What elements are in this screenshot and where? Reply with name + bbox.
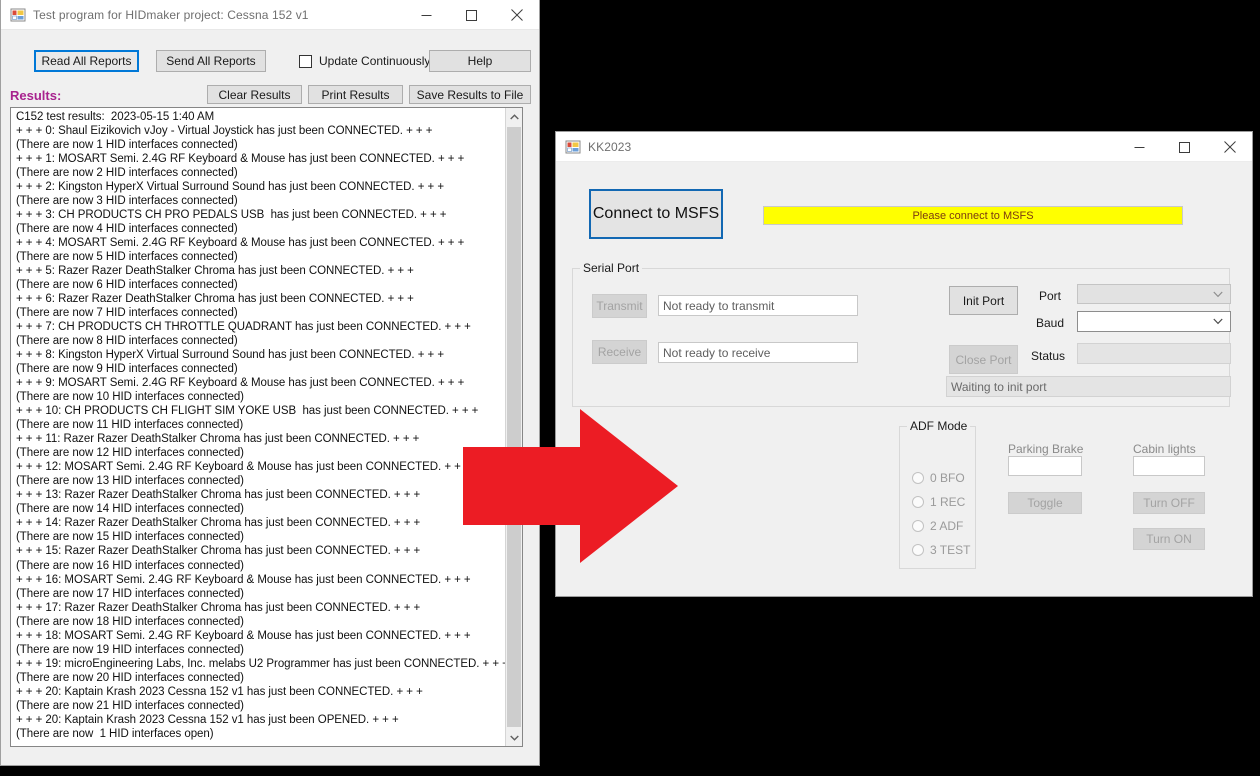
adf-mode-option-label: 3 TEST [930,543,971,557]
parking-brake-field [1008,456,1082,476]
baud-select[interactable] [1077,311,1231,332]
minimize-icon[interactable] [404,0,449,30]
hidmaker-titlebar: Test program for HIDmaker project: Cessn… [1,0,539,30]
results-scrollbar[interactable] [505,108,522,746]
adf-mode-option-2[interactable]: 2 ADF [912,519,963,533]
update-continuously-label: Update Continuously [319,54,431,68]
radio-icon[interactable] [912,472,924,484]
adf-mode-option-0[interactable]: 0 BFO [912,471,965,485]
adf-mode-option-label: 0 BFO [930,471,965,485]
cabin-lights-turn-off-button[interactable]: Turn OFF [1133,492,1205,514]
hidmaker-window-controls [404,0,539,30]
radio-icon[interactable] [912,496,924,508]
adf-mode-group: ADF Mode 0 BFO 1 REC 2 ADF 3 TEST [899,419,976,569]
close-icon[interactable] [494,0,539,30]
port-select[interactable] [1077,284,1231,304]
msfs-connection-status: Please connect to MSFS [763,206,1183,225]
port-status-field [1077,343,1231,364]
results-textarea[interactable]: C152 test results: 2023-05-15 1:40 AM + … [10,107,523,747]
chevron-down-icon [1213,318,1223,325]
save-results-to-file-button[interactable]: Save Results to File [409,85,531,104]
port-label: Port [1039,289,1062,303]
scrollbar-thumb[interactable] [507,127,521,727]
help-button[interactable]: Help [429,50,531,72]
receive-button[interactable]: Receive [592,340,647,364]
close-port-button[interactable]: Close Port [949,345,1018,374]
baud-label: Baud [1036,316,1065,330]
send-all-reports-button[interactable]: Send All Reports [156,50,266,72]
chevron-down-icon[interactable] [506,729,522,746]
init-port-status-field: Waiting to init port [946,376,1231,397]
parking-brake-toggle-button[interactable]: Toggle [1008,492,1082,514]
receive-status-field: Not ready to receive [658,342,858,363]
kk2023-window-controls [1117,132,1252,162]
connect-to-msfs-button[interactable]: Connect to MSFS [589,189,723,239]
results-log-text: C152 test results: 2023-05-15 1:40 AM + … [16,111,505,740]
radio-icon[interactable] [912,520,924,532]
print-results-button[interactable]: Print Results [308,85,403,104]
minimize-icon[interactable] [1117,132,1162,162]
radio-icon[interactable] [912,544,924,556]
update-continuously-checkbox[interactable]: Update Continuously [299,54,430,68]
close-icon[interactable] [1207,132,1252,162]
transmit-status-field: Not ready to transmit [658,295,858,316]
serial-port-group: Serial Port Transmit Not ready to transm… [572,261,1231,407]
cabin-lights-label: Cabin lights [1133,442,1196,456]
chevron-up-icon[interactable] [506,108,522,125]
kk2023-window: KK2023 Connect to MSFS Please connect to… [555,131,1253,597]
serial-port-group-title: Serial Port [580,261,643,275]
kk2023-titlebar: KK2023 [556,132,1252,162]
adf-mode-option-label: 1 REC [930,495,966,509]
results-label: Results: [10,88,62,103]
read-all-reports-button[interactable]: Read All Reports [34,50,139,72]
app-form-icon [565,139,581,155]
hidmaker-title-text: Test program for HIDmaker project: Cessn… [33,7,309,22]
chevron-down-icon [1213,291,1223,298]
maximize-icon[interactable] [1162,132,1207,162]
hidmaker-test-window: Test program for HIDmaker project: Cessn… [0,0,540,766]
app-form-icon [10,7,26,23]
checkbox-box[interactable] [299,54,312,68]
adf-mode-option-label: 2 ADF [930,519,964,533]
maximize-icon[interactable] [449,0,494,30]
adf-mode-option-3[interactable]: 3 TEST [912,543,970,557]
adf-mode-group-title: ADF Mode [907,419,971,433]
init-port-button[interactable]: Init Port [949,286,1018,315]
clear-results-button[interactable]: Clear Results [207,85,302,104]
status-label: Status [1031,349,1066,363]
transmit-button[interactable]: Transmit [592,294,647,318]
adf-mode-option-1[interactable]: 1 REC [912,495,965,509]
cabin-lights-turn-on-button[interactable]: Turn ON [1133,528,1205,550]
parking-brake-label: Parking Brake [1008,442,1084,456]
kk2023-title-text: KK2023 [588,139,632,154]
cabin-lights-field [1133,456,1205,476]
